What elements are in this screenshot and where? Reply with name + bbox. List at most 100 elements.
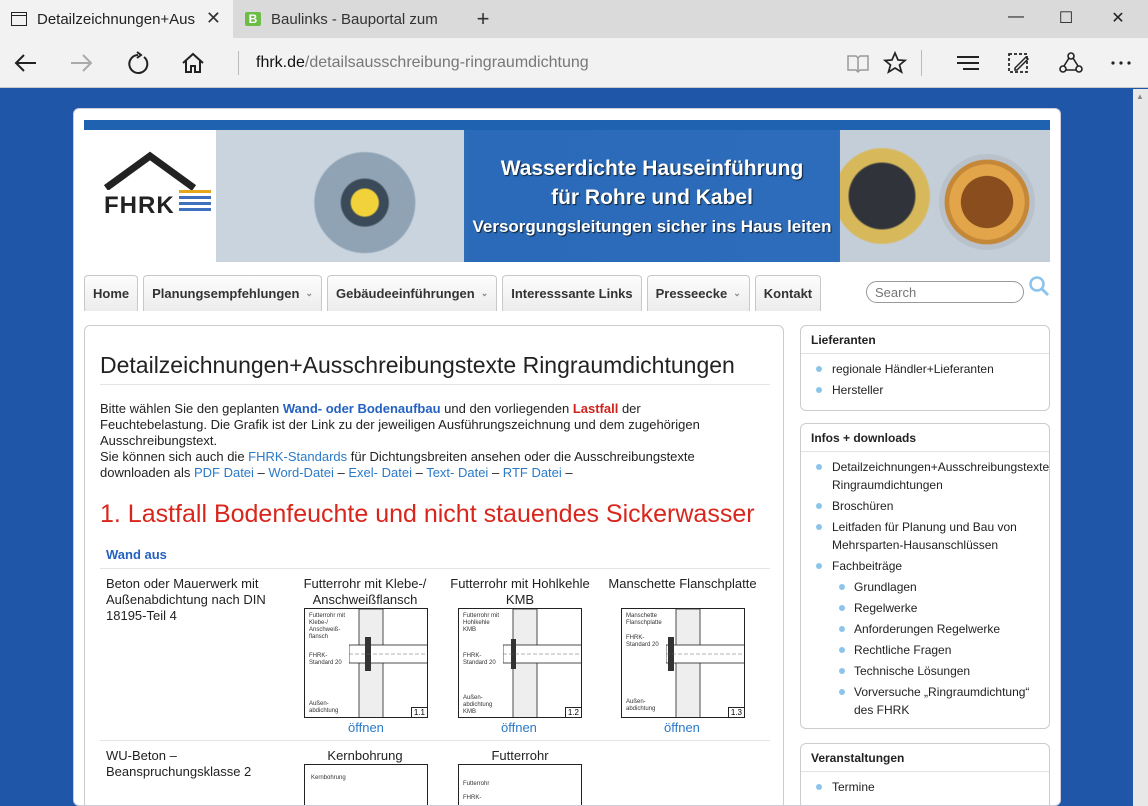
sidebar-link[interactable]: Fachbeiträge — [801, 557, 1049, 575]
drawing-label: Futterrohr — [463, 781, 490, 787]
header-banner[interactable]: FHRK Wasserdichte Hauseinführung für Roh… — [84, 120, 1050, 262]
pdf-download-link[interactable]: PDF Datei — [194, 465, 254, 480]
sidebar-title: Infos + downloads — [801, 424, 1049, 452]
web-note-icon[interactable] — [1006, 51, 1032, 75]
option-title: Kernbohrung — [327, 748, 403, 763]
sidebar-sublink[interactable]: Vorversuche „Ringraumdichtung“ des FHRK — [801, 683, 1049, 719]
menu-item-kontakt[interactable]: Kontakt — [754, 275, 822, 311]
scroll-up-icon[interactable]: ▲ — [1136, 92, 1144, 101]
pipe-section-drawing — [666, 609, 744, 717]
sleeve-pipe-photo — [939, 154, 1035, 250]
baulinks-favicon: B — [245, 12, 261, 26]
drawing-label: FHRK- — [463, 795, 482, 801]
menu-label: Gebäudeeinführungen — [336, 286, 475, 301]
divider — [100, 740, 770, 741]
hub-icon[interactable] — [955, 51, 981, 75]
sidebar-sublink[interactable]: Regelwerke — [801, 599, 1049, 617]
dash-separator: – — [411, 465, 427, 480]
menu-label: Interesssante Links — [511, 286, 633, 301]
sidebar-link[interactable]: regionale Händler+Lieferanten — [801, 360, 1049, 378]
detail-drawing-1-2[interactable]: Futterrohr mit Hohlkehle KMB FHRK-Standa… — [458, 608, 582, 718]
dash-separator: – — [253, 465, 269, 480]
sidebar-sublink[interactable]: Grundlagen — [801, 578, 1049, 596]
maximize-icon[interactable]: ☐ — [1056, 8, 1076, 28]
sidebar-sublink[interactable]: Anforderungen Regelwerke — [801, 620, 1049, 638]
excel-download-link[interactable]: Exel- Datei — [348, 465, 412, 480]
sidebar-list: regionale Händler+Lieferanten Hersteller — [801, 354, 1049, 399]
banner-line-1: Wasserdichte Hauseinführung — [500, 157, 804, 180]
option-title: Manschette Flanschplatte — [608, 576, 757, 591]
detail-drawing-2-1[interactable]: Kernbohrung — [304, 764, 428, 805]
sidebar-link[interactable]: Broschüren — [801, 497, 1049, 515]
forward-icon[interactable] — [68, 51, 94, 75]
page-container: FHRK Wasserdichte Hauseinführung für Roh… — [73, 108, 1061, 806]
share-icon[interactable] — [1058, 51, 1084, 75]
open-link[interactable]: öffnen — [348, 720, 384, 735]
close-tab-icon[interactable]: ✕ — [206, 9, 221, 27]
sidebar-link[interactable]: Leitfaden für Planung und Bau von Mehrsp… — [801, 518, 1049, 554]
drawing-label: Kernbohrung — [311, 775, 346, 781]
menu-item-home[interactable]: Home — [84, 275, 139, 311]
keyword-load-case: Lastfall — [572, 401, 619, 416]
menu-item-gebaeudeeinfuehrungen[interactable]: Gebäudeeinführungen ⌄ — [327, 275, 498, 311]
reading-view-icon[interactable] — [845, 51, 871, 75]
drawing-label: Futterrohr mit Hohlkehle KMB — [463, 613, 500, 633]
banner-line-3: Versorgungsleitungen sicher ins Haus lei… — [472, 217, 832, 236]
menu-item-planungsempfehlungen[interactable]: Planungsempfehlungen ⌄ — [143, 275, 323, 311]
sidebar-link[interactable]: Hersteller — [801, 381, 1049, 399]
banner-line-2: für Rohre und Kabel — [551, 186, 753, 209]
sidebar-link[interactable]: Detailzeichnungen+Ausschreibungstexte Ri… — [801, 458, 1049, 494]
house-roof-icon — [103, 151, 197, 190]
open-link[interactable]: öffnen — [501, 720, 537, 735]
menu-item-presseecke[interactable]: Presseecke ⌄ — [646, 275, 750, 311]
minimize-icon[interactable]: — — [1006, 8, 1026, 26]
url-field[interactable]: fhrk.de/detailsausschreibung-ringraumdic… — [238, 51, 589, 75]
dash-separator: – — [561, 465, 573, 480]
text-download-link[interactable]: Text- Datei — [426, 465, 488, 480]
fhrk-standards-link[interactable]: FHRK-Standards — [248, 449, 347, 464]
detail-drawing-1-3[interactable]: Manschette Flanschplatte FHRK-Standard 2… — [621, 608, 745, 718]
word-download-link[interactable]: Word-Datei — [268, 465, 334, 480]
new-tab-icon[interactable]: + — [471, 6, 495, 32]
toolbar-separator — [921, 50, 922, 76]
option-title: Futterrohr — [491, 748, 549, 763]
option-cell: Kernbohrung — [290, 748, 440, 764]
scrollbar[interactable]: ▲ — [1133, 89, 1148, 806]
main-menu: Home Planungsempfehlungen ⌄ Gebäudeeinfüh… — [84, 275, 826, 311]
intro-text-part: Sie können sich auch die — [100, 449, 249, 464]
divider — [100, 384, 770, 385]
option-title: Futterrohr mit Hohlkehle KMB — [450, 576, 590, 607]
home-icon[interactable] — [180, 51, 206, 75]
sidebar-title: Lieferanten — [801, 326, 1049, 354]
sidebar-sublink[interactable]: Rechtliche Fragen — [801, 641, 1049, 659]
intro-text: Bitte wählen Sie den geplanten Wand- ode… — [100, 401, 750, 481]
detail-drawing-2-2[interactable]: Futterrohr FHRK- — [458, 764, 582, 805]
dash-separator: – — [488, 465, 503, 480]
menu-item-links[interactable]: Interesssante Links — [502, 275, 642, 311]
sidebar-link[interactable]: Termine — [801, 778, 1049, 796]
tab-title: Baulinks - Bauportal zum Pl — [271, 10, 437, 28]
fhrk-logo[interactable]: FHRK — [84, 130, 216, 262]
browser-tab-active[interactable]: Detailzeichnungen+Aus ✕ — [0, 0, 233, 38]
load-case-heading: 1. Lastfall Bodenfeuchte und nicht staue… — [100, 500, 755, 528]
detail-drawing-1-1[interactable]: Futterrohr mit Klebe-/ Anschweiß-flansch… — [304, 608, 428, 718]
back-icon[interactable] — [13, 51, 39, 75]
browser-tab[interactable]: B Baulinks - Bauportal zum Pl — [234, 0, 466, 38]
menu-label: Home — [93, 286, 130, 301]
pipes-photo — [216, 130, 464, 262]
url-path: /detailsausschreibung-ringraumdichtung — [304, 54, 589, 71]
drawing-label: Außen-abdichtung — [309, 701, 339, 714]
open-link[interactable]: öffnen — [664, 720, 700, 735]
refresh-icon[interactable] — [125, 51, 151, 75]
drawing-label: Futterrohr mit Klebe-/ Anschweiß-flansch — [309, 613, 346, 640]
more-icon[interactable] — [1108, 51, 1134, 75]
search-icon[interactable] — [1028, 275, 1050, 297]
search-input[interactable] — [866, 281, 1024, 303]
drawing-label: Außen-abdichtung KMB — [463, 695, 493, 715]
sidebar-title: Veranstaltungen — [801, 744, 1049, 772]
logo-text: FHRK — [104, 192, 175, 219]
favorite-star-icon[interactable] — [882, 51, 908, 75]
sidebar-sublink[interactable]: Technische Lösungen — [801, 662, 1049, 680]
rtf-download-link[interactable]: RTF Datei — [503, 465, 562, 480]
close-window-icon[interactable]: ✕ — [1108, 8, 1128, 28]
